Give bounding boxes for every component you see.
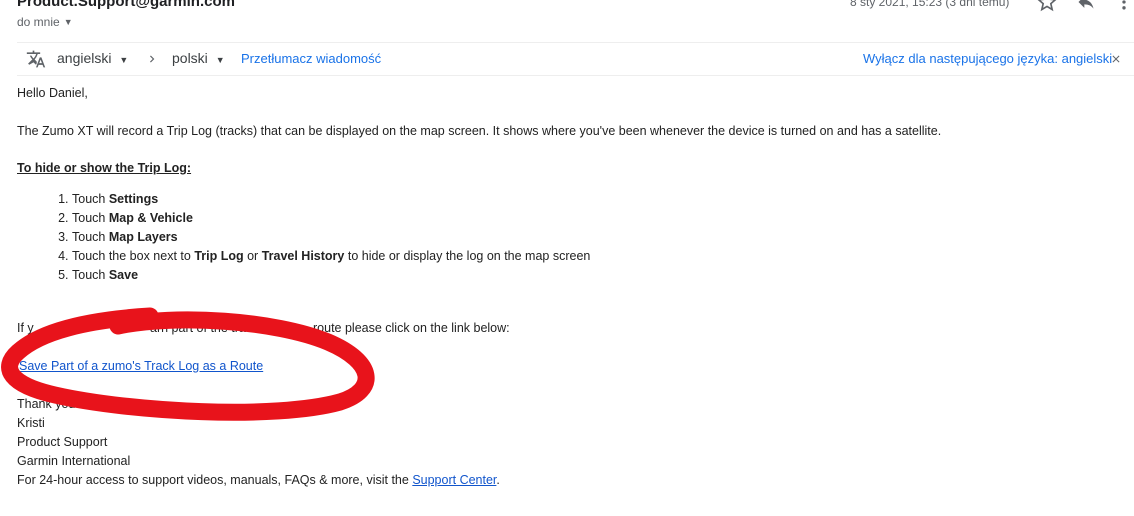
dropdown-caret-icon: ▼: [119, 55, 129, 65]
disable-translation-link[interactable]: Wyłącz dla następującego języka: angiels…: [863, 51, 1112, 66]
translation-bar: angielski ▼ polski ▼ Przetłumacz wiadomo…: [17, 42, 1134, 76]
signature-department: Product Support: [17, 435, 108, 449]
source-language-label: angielski: [57, 50, 112, 66]
target-language-label: polski: [172, 50, 208, 66]
list-item: Touch Map Layers: [72, 228, 590, 247]
star-icon[interactable]: [1037, 0, 1057, 12]
email-intro: The Zumo XT will record a Trip Log (trac…: [17, 124, 942, 138]
track-log-route-link-row: Save Part of a zumo's Track Log as a Rou…: [19, 359, 263, 373]
list-item: Touch the box next to Trip Log or Travel…: [72, 247, 590, 266]
route-intro-middle: arn part of the track: [150, 321, 259, 335]
support-center-link[interactable]: Support Center: [412, 473, 496, 487]
list-item: Touch Map & Vehicle: [72, 209, 590, 228]
dropdown-caret-icon: ▼: [215, 55, 225, 65]
translate-icon: [26, 50, 46, 68]
recipient-label: do mnie: [17, 15, 60, 29]
sender-address: Product.Support@garmin.com: [17, 0, 235, 10]
thanks-line: Thank you for: [17, 397, 94, 411]
steps-list: Touch Settings Touch Map & Vehicle Touch…: [37, 190, 590, 285]
route-intro-left: If y: [17, 321, 34, 335]
list-item: Touch Save: [72, 266, 590, 285]
more-vert-icon[interactable]: [1114, 0, 1134, 12]
translate-message-link[interactable]: Przetłumacz wiadomość: [241, 51, 381, 66]
support-line: For 24-hour access to support videos, ma…: [17, 473, 500, 487]
message-date: 8 sty 2021, 15:23 (3 dni temu): [850, 0, 1010, 9]
track-log-route-link[interactable]: Save Part of a zumo's Track Log as a Rou…: [19, 359, 263, 373]
chevron-right-icon: [150, 55, 155, 63]
signature-company: Garmin International: [17, 454, 131, 468]
signature-name: Kristi: [17, 416, 45, 430]
list-item: Touch Settings: [72, 190, 590, 209]
source-language-selector[interactable]: angielski ▼: [57, 50, 128, 66]
recipient-summary[interactable]: do mnie ▼: [17, 15, 73, 29]
route-intro-right: route please click on the link below:: [313, 321, 510, 335]
email-greeting: Hello Daniel,: [17, 86, 88, 100]
target-language-selector[interactable]: polski ▼: [172, 50, 225, 66]
reply-icon[interactable]: [1076, 0, 1096, 12]
email-heading: To hide or show the Trip Log:: [17, 161, 192, 175]
dropdown-caret-icon[interactable]: ▼: [64, 17, 73, 27]
close-icon[interactable]: [1110, 53, 1122, 65]
